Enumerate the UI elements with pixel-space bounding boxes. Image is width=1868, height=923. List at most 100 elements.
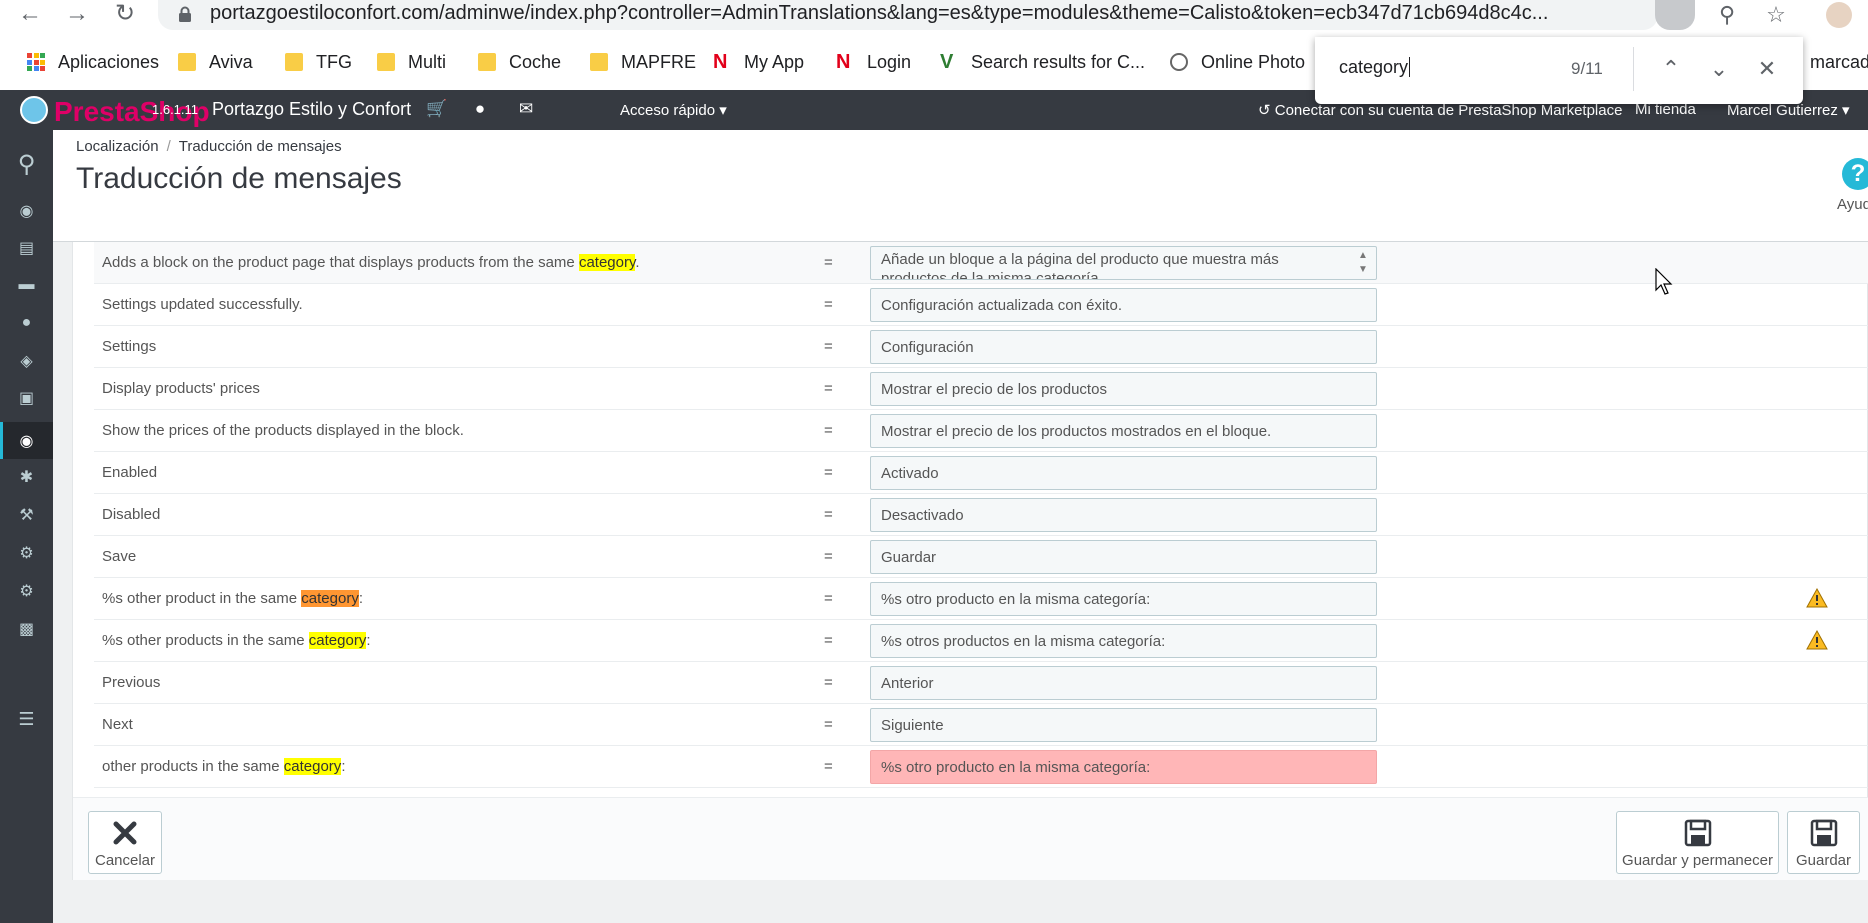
translation-input[interactable]: Siguiente [870, 708, 1377, 742]
save-icon [1684, 819, 1711, 847]
bookmark-my-app[interactable]: N My App [713, 44, 804, 80]
quick-access-menu[interactable]: Acceso rápido ▾ [620, 101, 727, 119]
zoom-icon[interactable]: ⚲ [1713, 2, 1741, 28]
find-previous-icon[interactable]: ⌃ [1655, 53, 1687, 85]
cart-icon[interactable]: 🛒 [426, 99, 447, 121]
reload-icon[interactable]: ↻ [107, 0, 143, 30]
star-icon[interactable]: ☆ [1762, 2, 1790, 28]
equals-sign: = [824, 464, 833, 481]
bookmark-aviva[interactable]: Aviva [178, 44, 253, 80]
version-badge: 1.6.1.11 [152, 102, 199, 117]
translation-input[interactable]: Configuración actualizada con éxito. [870, 288, 1377, 322]
bookmark-search-results[interactable]: V Search results for C... [940, 44, 1145, 80]
shop-name[interactable]: Portazgo Estilo y Confort [212, 99, 411, 120]
customer-icon[interactable]: ● [470, 99, 490, 121]
translation-input[interactable]: Mostrar el precio de los productos [870, 372, 1377, 406]
folder-icon [377, 53, 395, 71]
localization-icon[interactable]: ◉ [0, 422, 53, 459]
translation-input[interactable]: Mostrar el precio de los productos mostr… [870, 414, 1377, 448]
translation-input[interactable]: Desactivado [870, 498, 1377, 532]
equals-sign: = [824, 380, 833, 397]
warning-icon [1806, 630, 1828, 650]
table-row: Settings updated successfully. = Configura… [94, 284, 1868, 326]
bookmark-multi[interactable]: Multi [377, 44, 446, 80]
help-label[interactable]: Ayuda [1837, 196, 1868, 213]
equals-sign: = [824, 590, 833, 607]
advanced-params-icon[interactable]: ⚙ [0, 534, 53, 571]
translation-input[interactable]: Guardar [870, 540, 1377, 574]
bookmark-online-photo[interactable]: Online Photo [1170, 44, 1305, 80]
save-and-stay-button[interactable]: Guardar y permanecer [1616, 811, 1779, 874]
bookmark-apps[interactable]: Aplicaciones [27, 44, 159, 80]
breadcrumb-separator: / [166, 138, 171, 155]
equals-sign: = [824, 632, 833, 649]
translation-input[interactable]: %s otros productos en la misma categoría… [870, 624, 1377, 658]
dashboard-icon[interactable]: ◉ [0, 192, 53, 229]
translation-input[interactable]: %s otro producto en la misma categoría: [870, 750, 1377, 784]
find-input[interactable]: category [1339, 57, 1411, 78]
bookmark-label: Coche [509, 51, 562, 72]
lens-icon[interactable] [1655, 0, 1695, 30]
catalog-icon[interactable]: ▬ [0, 266, 53, 303]
shipping-icon[interactable]: ▣ [0, 379, 53, 416]
source-string: %s other products in the same category: [102, 632, 371, 649]
apps-icon [27, 53, 45, 71]
source-string: other products in the same category: [102, 758, 346, 775]
equals-sign: = [824, 506, 833, 523]
source-string: Next [102, 716, 133, 733]
v-logo-icon: V [940, 51, 954, 73]
lock-icon [179, 6, 191, 22]
customers-icon[interactable]: ● [0, 304, 53, 341]
table-row: Previous = Anterior [94, 662, 1868, 704]
search-highlight: category [283, 758, 342, 775]
back-icon[interactable]: ← [12, 0, 48, 30]
avatar[interactable] [1826, 2, 1852, 28]
folder-icon [178, 53, 196, 71]
breadcrumb-parent[interactable]: Localización [76, 138, 159, 155]
translation-input[interactable]: Activado [870, 456, 1377, 490]
orders-icon[interactable]: ▤ [0, 229, 53, 266]
bookmark-login[interactable]: N Login [836, 44, 911, 80]
bookmark-marcado[interactable]: marcado [1810, 44, 1868, 80]
administration-icon[interactable]: ⚙ [0, 572, 53, 609]
close-icon [113, 821, 137, 845]
translation-textarea[interactable]: Añade un bloque a la página del producto… [870, 246, 1377, 280]
n-logo-icon: N [836, 51, 851, 73]
find-close-icon[interactable]: ✕ [1751, 53, 1783, 85]
bookmark-label: Aplicaciones [58, 51, 160, 72]
bookmark-mapfre[interactable]: MAPFRE [590, 44, 696, 80]
find-count: 9/11 [1571, 59, 1603, 78]
bookmark-label: TFG [316, 51, 352, 72]
messages-icon[interactable]: ✉ [516, 99, 536, 121]
translation-input[interactable]: %s otro producto en la misma categoría: [870, 582, 1377, 616]
url-text[interactable]: portazgoestiloconfort.com/adminwe/index.… [210, 2, 1548, 25]
source-string: Previous [102, 674, 161, 691]
equals-sign: = [824, 716, 833, 733]
help-icon[interactable]: ? [1842, 158, 1868, 190]
preferences-icon[interactable]: ⚒ [0, 496, 53, 533]
forward-icon[interactable]: → [59, 0, 95, 30]
translation-input[interactable]: Anterior [870, 666, 1377, 700]
source-string: Display products' prices [102, 380, 260, 397]
bookmark-coche[interactable]: Coche [478, 44, 561, 80]
page-header: Localización / Traducción de mensajes Trad… [53, 130, 1868, 242]
find-next-icon[interactable]: ⌄ [1703, 53, 1735, 85]
translations-panel: Adds a block on the product page that di… [72, 242, 1868, 880]
modules-icon[interactable]: ✱ [0, 458, 53, 495]
menu-collapse-icon[interactable]: ☰ [0, 701, 53, 738]
equals-sign: = [824, 338, 833, 355]
bookmark-tfg[interactable]: TFG [285, 44, 352, 80]
translation-input[interactable]: Configuración [870, 330, 1377, 364]
cancel-button[interactable]: Cancelar [88, 811, 162, 874]
price-rules-icon[interactable]: ◈ [0, 342, 53, 379]
search-icon[interactable]: ⚲ [0, 146, 53, 183]
equals-sign: = [824, 548, 833, 565]
folder-icon [478, 53, 496, 71]
source-string: %s other product in the same category: [102, 590, 363, 607]
source-string: Settings [102, 338, 157, 355]
save-button[interactable]: Guardar [1787, 811, 1860, 874]
stats-icon[interactable]: ▩ [0, 610, 53, 647]
breadcrumb: Localización / Traducción de mensajes [76, 138, 342, 155]
textarea-scroll-icon[interactable]: ▲ ▼ [1356, 249, 1370, 277]
table-row: %s other products in the same category: =… [94, 620, 1868, 662]
